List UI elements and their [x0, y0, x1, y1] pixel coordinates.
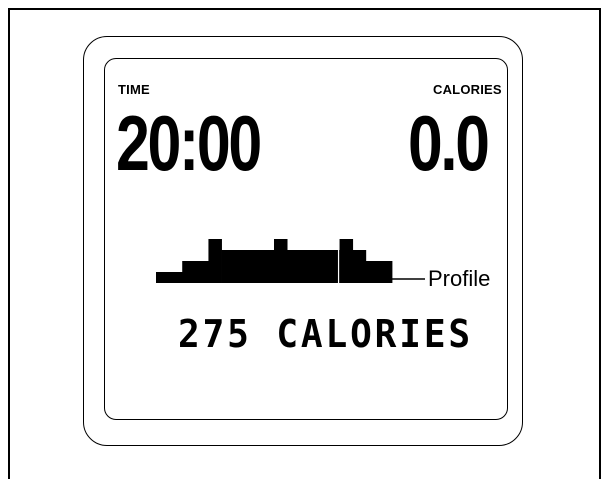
profile-bar: [247, 250, 262, 283]
profile-bar: [300, 250, 314, 283]
profile-bar: [287, 250, 301, 283]
calorie-goal-message: 275 CALORIES: [178, 312, 474, 356]
profile-bar: [156, 272, 170, 283]
profile-bar: [365, 261, 380, 283]
profile-bar: [352, 250, 367, 283]
profile-bar: [195, 261, 209, 283]
profile-bar: [208, 239, 222, 283]
profile-bar: [313, 250, 327, 283]
profile-graph: [156, 239, 425, 283]
profile-bar: [169, 272, 183, 283]
profile-bar: [221, 250, 236, 283]
profile-bars: [156, 239, 393, 283]
profile-bar: [378, 261, 393, 283]
profile-bar: [326, 250, 340, 283]
profile-bar: [182, 261, 196, 283]
profile-callout-label: Profile: [428, 266, 491, 291]
profile-bar: [339, 239, 354, 283]
profile-bar: [274, 239, 288, 283]
profile-bar: [234, 250, 249, 283]
profile-bar: [260, 250, 275, 283]
